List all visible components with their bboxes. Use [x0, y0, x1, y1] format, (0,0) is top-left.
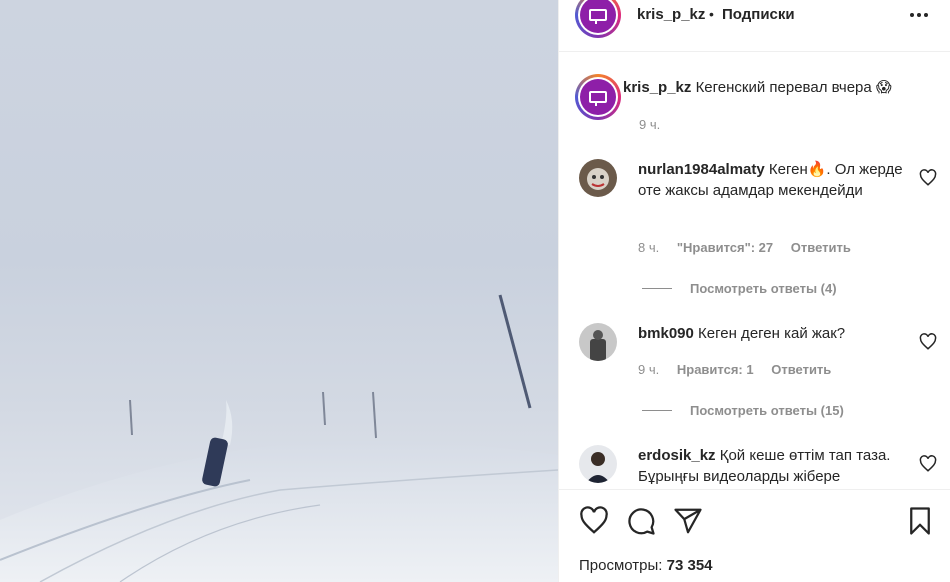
view-replies-button[interactable]: Посмотреть ответы (15): [642, 403, 844, 418]
following-button[interactable]: Подписки: [722, 6, 795, 23]
share-icon[interactable]: [673, 506, 703, 536]
caption-text: kris_p_kz Кегенский перевал вчера 😱: [623, 78, 933, 98]
comment-body: Кеген деген кай жак?: [698, 325, 846, 342]
replies-divider: [642, 288, 672, 289]
comment-icon[interactable]: [626, 506, 656, 536]
comment-like-icon[interactable]: [919, 169, 937, 187]
comment-username[interactable]: bmk090: [638, 325, 694, 342]
post-actions: Просмотры: 73 354: [559, 489, 950, 582]
caption-avatar[interactable]: [575, 74, 621, 120]
post-video[interactable]: [0, 0, 558, 582]
commenter-avatar[interactable]: [579, 445, 617, 483]
view-replies-label: Посмотреть ответы (4): [690, 281, 837, 296]
comment-username[interactable]: nurlan1984almaty: [638, 161, 765, 178]
comment-likes[interactable]: "Нравится": 27: [677, 240, 773, 255]
views-number: 73 354: [666, 557, 713, 574]
comment-time[interactable]: 8 ч.: [638, 240, 659, 255]
commenter-avatar[interactable]: [579, 159, 617, 197]
bookmark-icon[interactable]: [905, 506, 935, 536]
caption-body: Кегенский перевал вчера 😱: [695, 79, 892, 96]
comment-text: nurlan1984almaty Кеген🔥. Ол жерде оте жа…: [638, 159, 906, 201]
comment-meta: 8 ч. "Нравится": 27 Ответить: [638, 240, 865, 255]
commenter-avatar[interactable]: [579, 323, 617, 361]
comments-list[interactable]: kris_p_kz Кегенский перевал вчера 😱 9 ч.…: [559, 52, 950, 489]
reply-button[interactable]: Ответить: [791, 240, 851, 255]
author-avatar[interactable]: [575, 0, 621, 38]
comment-like-icon[interactable]: [919, 455, 937, 473]
comment-meta: 9 ч. Нравится: 1 Ответить: [638, 362, 845, 377]
author-username[interactable]: kris_p_kz: [637, 6, 705, 23]
views-count: Просмотры: 73 354: [579, 557, 713, 574]
header-separator: •: [709, 6, 714, 22]
caption-time: 9 ч.: [639, 117, 661, 132]
comment-time[interactable]: 9 ч.: [638, 362, 659, 377]
comment-likes[interactable]: Нравится: 1: [677, 362, 754, 377]
caption-username[interactable]: kris_p_kz: [623, 79, 691, 96]
reply-button[interactable]: Ответить: [771, 362, 831, 377]
post-sidebar: kris_p_kz • Подписки kris_p_kz Кегенский…: [558, 0, 950, 582]
replies-divider: [642, 410, 672, 411]
heart-icon[interactable]: [579, 506, 609, 536]
post-header: kris_p_kz • Подписки: [559, 0, 950, 52]
comment-text: bmk090 Кеген деген кай жак?: [638, 323, 906, 344]
comment-like-icon[interactable]: [919, 333, 937, 351]
view-replies-button[interactable]: Посмотреть ответы (4): [642, 281, 837, 296]
comment-username[interactable]: erdosik_kz: [638, 447, 716, 464]
snow-scene: [0, 294, 558, 582]
more-icon[interactable]: [907, 6, 931, 24]
comment-text: erdosik_kz Қой кеше өттім тап таза. Бұры…: [638, 445, 906, 487]
views-label: Просмотры:: [579, 557, 663, 574]
view-replies-label: Посмотреть ответы (15): [690, 403, 844, 418]
